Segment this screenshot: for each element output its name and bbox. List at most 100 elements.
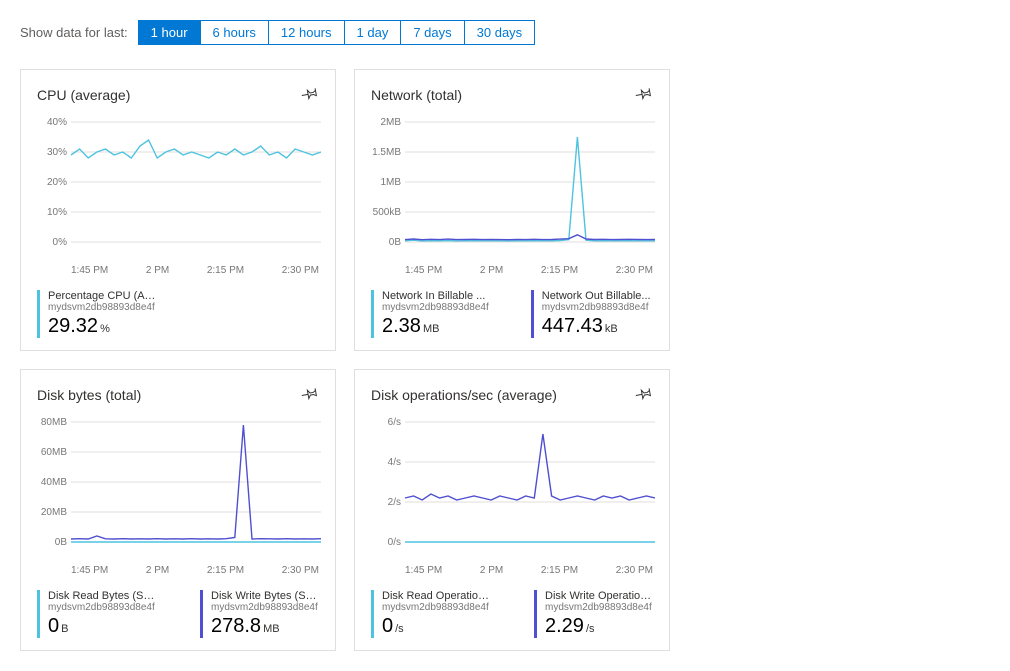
x-tick: 2 PM — [480, 265, 503, 276]
time-range-30-days[interactable]: 30 days — [465, 21, 535, 44]
chart-svg: 2MB 1.5MB 1MB 500kB 0B — [371, 117, 655, 247]
x-tick: 2 PM — [146, 265, 169, 276]
legend-value: 2.29/s — [545, 615, 655, 638]
legend-item: Percentage CPU (Avg) mydsvm2db98893d8e4f… — [37, 290, 158, 338]
x-tick: 1:45 PM — [71, 565, 108, 576]
legend-value: 447.43kB — [542, 315, 651, 338]
chart-svg: 40%30%20%10%0% — [37, 117, 321, 247]
x-tick: 2:30 PM — [616, 565, 653, 576]
x-axis: 1:45 PM 2 PM 2:15 PM 2:30 PM — [37, 561, 319, 584]
legend-name: Percentage CPU (Avg) — [48, 290, 158, 302]
legend-resource: mydsvm2db98893d8e4f — [382, 302, 489, 313]
x-tick: 2:15 PM — [207, 265, 244, 276]
legend-item: Disk Read Operations... mydsvm2db98893d8… — [371, 590, 492, 638]
svg-text:80MB: 80MB — [41, 417, 67, 428]
svg-text:0%: 0% — [53, 237, 68, 247]
card-header: Network (total) — [371, 84, 653, 105]
svg-text:1MB: 1MB — [380, 177, 401, 188]
x-tick: 1:45 PM — [405, 265, 442, 276]
x-tick: 2 PM — [480, 565, 503, 576]
pin-icon[interactable] — [301, 384, 319, 405]
chart-area[interactable]: 80MB 60MB 40MB 20MB 0B — [37, 417, 319, 557]
chart-area[interactable]: 2MB 1.5MB 1MB 500kB 0B — [371, 117, 653, 257]
legend-value: 0/s — [382, 615, 492, 638]
svg-text:4/s: 4/s — [388, 457, 401, 468]
svg-text:0B: 0B — [55, 537, 68, 547]
x-axis: 1:45 PM 2 PM 2:15 PM 2:30 PM — [371, 561, 653, 584]
legend-name: Disk Write Bytes (Sum) — [211, 590, 321, 602]
x-tick: 2:15 PM — [541, 565, 578, 576]
svg-text:0/s: 0/s — [388, 537, 401, 547]
time-range-1-day[interactable]: 1 day — [345, 21, 402, 44]
legend-item: Disk Write Operation... mydsvm2db98893d8… — [534, 590, 655, 638]
svg-text:40%: 40% — [47, 117, 67, 128]
pin-icon[interactable] — [301, 84, 319, 105]
pin-icon[interactable] — [635, 84, 653, 105]
legend-name: Network Out Billable... — [542, 290, 651, 302]
x-tick: 2:15 PM — [207, 565, 244, 576]
legend-name: Disk Write Operation... — [545, 590, 655, 602]
time-range-label: Show data for last: — [20, 25, 128, 40]
time-range-button-group: 1 hour6 hours12 hours1 day7 days30 days — [138, 20, 536, 45]
legend-item: Disk Read Bytes (Sum) mydsvm2db98893d8e4… — [37, 590, 158, 638]
metric-card-cpu: CPU (average) 40%30%20%10%0%1:45 PM2 PM2… — [20, 69, 336, 351]
x-tick: 2 PM — [146, 565, 169, 576]
time-range-1-hour[interactable]: 1 hour — [139, 21, 201, 44]
x-tick: 2:15 PM — [541, 265, 578, 276]
svg-text:1.5MB: 1.5MB — [372, 147, 401, 158]
x-tick: 1:45 PM — [405, 565, 442, 576]
card-header: Disk bytes (total) — [37, 384, 319, 405]
x-tick: 2:30 PM — [282, 265, 319, 276]
svg-text:40MB: 40MB — [41, 477, 67, 488]
card-header: CPU (average) — [37, 84, 319, 105]
legend-resource: mydsvm2db98893d8e4f — [48, 602, 158, 613]
svg-text:2/s: 2/s — [388, 497, 401, 508]
card-title: Disk operations/sec (average) — [371, 387, 557, 403]
metric-card-disk: Disk operations/sec (average) 6/s 4/s 2/s 0… — [354, 369, 670, 651]
chart-area[interactable]: 6/s 4/s 2/s 0/s — [371, 417, 653, 557]
card-title: Network (total) — [371, 87, 462, 103]
svg-text:10%: 10% — [47, 207, 67, 218]
chart-svg: 80MB 60MB 40MB 20MB 0B — [37, 417, 321, 547]
time-range-6-hours[interactable]: 6 hours — [201, 21, 269, 44]
svg-text:6/s: 6/s — [388, 417, 401, 428]
pin-icon[interactable] — [635, 384, 653, 405]
svg-text:2MB: 2MB — [380, 117, 401, 128]
legend-row: Disk Read Operations... mydsvm2db98893d8… — [371, 584, 653, 638]
legend-resource: mydsvm2db98893d8e4f — [545, 602, 655, 613]
time-range-toolbar: Show data for last: 1 hour6 hours12 hour… — [20, 20, 990, 45]
legend-row: Disk Read Bytes (Sum) mydsvm2db98893d8e4… — [37, 584, 319, 638]
svg-text:60MB: 60MB — [41, 447, 67, 458]
legend-value: 278.8MB — [211, 615, 321, 638]
legend-resource: mydsvm2db98893d8e4f — [48, 302, 158, 313]
time-range-12-hours[interactable]: 12 hours — [269, 21, 345, 44]
legend-resource: mydsvm2db98893d8e4f — [542, 302, 651, 313]
legend-name: Disk Read Bytes (Sum) — [48, 590, 158, 602]
time-range-7-days[interactable]: 7 days — [401, 21, 464, 44]
legend-resource: mydsvm2db98893d8e4f — [211, 602, 321, 613]
metric-card-disk: Disk bytes (total) 80MB 60MB 40MB 20MB 0B 1:4… — [20, 369, 336, 651]
chart-svg: 6/s 4/s 2/s 0/s — [371, 417, 655, 547]
legend-resource: mydsvm2db98893d8e4f — [382, 602, 492, 613]
x-tick: 2:30 PM — [282, 565, 319, 576]
chart-area[interactable]: 40%30%20%10%0% — [37, 117, 319, 257]
legend-value: 2.38MB — [382, 315, 489, 338]
card-header: Disk operations/sec (average) — [371, 384, 653, 405]
legend-row: Percentage CPU (Avg) mydsvm2db98893d8e4f… — [37, 284, 319, 338]
x-axis: 1:45 PM 2 PM 2:15 PM 2:30 PM — [37, 261, 319, 284]
svg-text:20MB: 20MB — [41, 507, 67, 518]
x-tick: 2:30 PM — [616, 265, 653, 276]
x-tick: 1:45 PM — [71, 265, 108, 276]
legend-value: 29.32% — [48, 315, 158, 338]
card-title: Disk bytes (total) — [37, 387, 141, 403]
legend-value: 0B — [48, 615, 158, 638]
legend-name: Disk Read Operations... — [382, 590, 492, 602]
card-title: CPU (average) — [37, 87, 130, 103]
metric-card-network: Network (total) 2MB 1.5MB 1MB 500kB 0B 1:45 P… — [354, 69, 670, 351]
svg-text:30%: 30% — [47, 147, 67, 158]
x-axis: 1:45 PM 2 PM 2:15 PM 2:30 PM — [371, 261, 653, 284]
svg-text:0B: 0B — [389, 237, 402, 247]
legend-row: Network In Billable ... mydsvm2db98893d8… — [371, 284, 653, 338]
svg-text:500kB: 500kB — [373, 207, 402, 218]
legend-item: Network Out Billable... mydsvm2db98893d8… — [531, 290, 651, 338]
